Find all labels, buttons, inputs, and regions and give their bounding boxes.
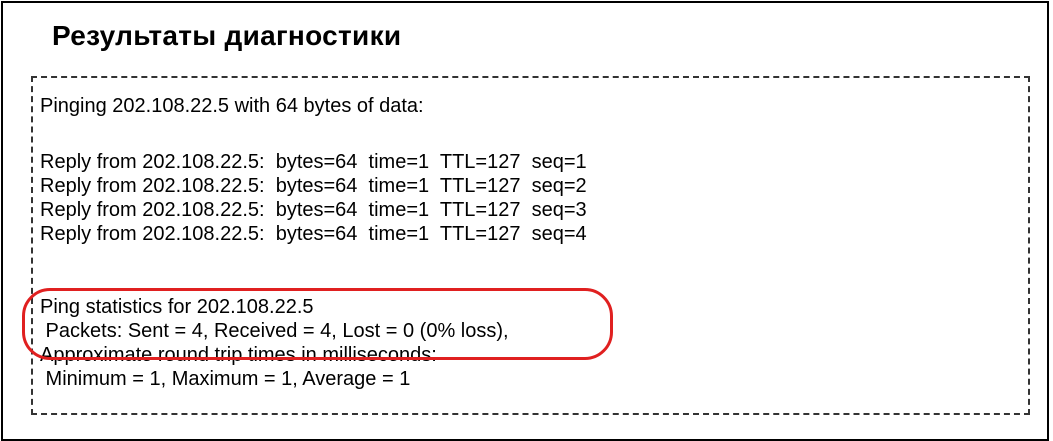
- packets-stats-line: Packets: Sent = 4, Received = 4, Lost = …: [40, 320, 509, 342]
- ping-header-line: Pinging 202.108.22.5 with 64 bytes of da…: [40, 95, 424, 117]
- ping-results-box: Pinging 202.108.22.5 with 64 bytes of da…: [31, 76, 1030, 415]
- reply-line: Reply from 202.108.22.5: bytes=64 time=1…: [40, 223, 587, 245]
- reply-line: Reply from 202.108.22.5: bytes=64 time=1…: [40, 175, 587, 197]
- reply-line: Reply from 202.108.22.5: bytes=64 time=1…: [40, 199, 587, 221]
- page-title: Результаты диагностики: [52, 20, 402, 51]
- rtt-values-line: Minimum = 1, Maximum = 1, Average = 1: [40, 368, 411, 390]
- ping-statistics-line: Ping statistics for 202.108.22.5: [40, 296, 314, 318]
- diagnostics-panel: Результаты диагностики Pinging 202.108.2…: [1, 1, 1049, 441]
- reply-line: Reply from 202.108.22.5: bytes=64 time=1…: [40, 151, 587, 173]
- rtt-header-line: Approximate round trip times in millisec…: [40, 344, 437, 366]
